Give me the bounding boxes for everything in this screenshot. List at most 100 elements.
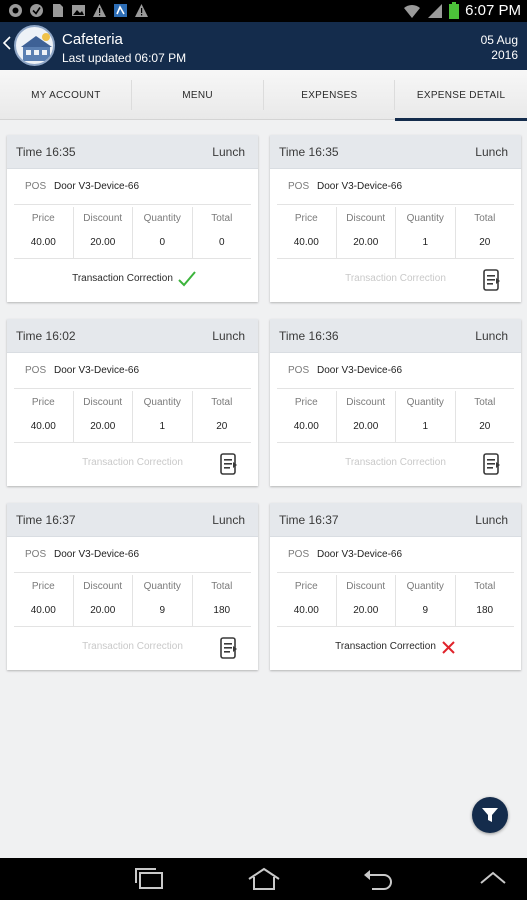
tab-menu[interactable]: MENU: [132, 70, 264, 120]
card-meal: Lunch: [475, 513, 508, 527]
chevron-up-icon[interactable]: [478, 867, 508, 891]
tab-bar: MY ACCOUNT MENU EXPENSES EXPENSE DETAIL: [0, 70, 527, 121]
check-icon: [178, 271, 196, 287]
quantity-cell: Quantity 9: [396, 575, 456, 626]
total-value: 180: [476, 605, 494, 616]
discount-value: 20.00: [353, 421, 379, 432]
quantity-header: Quantity: [143, 213, 181, 224]
status-bar: 6:07 PM: [0, 0, 527, 22]
amounts-row: Price 40.00 Discount 20.00 Quantity 1 Total…: [14, 391, 251, 443]
close-icon: [442, 641, 455, 654]
card-time: Time 16:02: [16, 329, 76, 343]
discount-header: Discount: [346, 213, 386, 224]
total-header: Total: [474, 213, 496, 224]
price-cell: Price 40.00: [14, 391, 74, 442]
correction-document-icon[interactable]: [220, 637, 238, 659]
quantity-value: 0: [159, 237, 166, 248]
card-meal: Lunch: [475, 329, 508, 343]
price-header: Price: [294, 397, 318, 408]
home-icon[interactable]: [246, 867, 282, 891]
pos-label: POS: [288, 365, 310, 376]
pos-label: POS: [288, 549, 310, 560]
pos-row: POS Door V3-Device-66: [277, 353, 514, 389]
total-header: Total: [211, 581, 233, 592]
pos-label: POS: [25, 549, 47, 560]
tab-expense-detail[interactable]: EXPENSE DETAIL: [395, 70, 527, 121]
correction-document-icon[interactable]: [483, 269, 501, 291]
total-cell: Total 20: [193, 391, 252, 442]
tab-label: MENU: [182, 89, 213, 101]
tab-label: EXPENSES: [301, 89, 358, 101]
price-value: 40.00: [30, 605, 56, 616]
expense-card: Time 16:02 Lunch POS Door V3-Device-66 P…: [7, 319, 258, 486]
pos-value: Door V3-Device-66: [317, 365, 403, 376]
warning-icon: [93, 4, 106, 17]
notification-icon: [30, 4, 43, 17]
discount-header: Discount: [346, 581, 386, 592]
quantity-cell: Quantity 1: [396, 207, 456, 258]
card-meal: Lunch: [212, 513, 245, 527]
price-cell: Price 40.00: [14, 207, 74, 258]
quantity-header: Quantity: [406, 213, 444, 224]
price-value: 40.00: [293, 421, 319, 432]
last-updated: Last updated 06:07 PM: [62, 51, 187, 65]
signal-icon: [428, 3, 443, 18]
card-time: Time 16:36: [279, 329, 339, 343]
discount-header: Discount: [83, 213, 123, 224]
card-header: Time 16:37 Lunch: [270, 503, 521, 537]
discount-value: 20.00: [90, 237, 116, 248]
pos-row: POS Door V3-Device-66: [277, 537, 514, 573]
pos-value: Door V3-Device-66: [54, 181, 140, 192]
price-header: Price: [31, 397, 55, 408]
recent-apps-icon[interactable]: [134, 867, 166, 891]
amounts-row: Price 40.00 Discount 20.00 Quantity 0 Total…: [14, 207, 251, 259]
total-header: Total: [474, 581, 496, 592]
discount-value: 20.00: [353, 605, 379, 616]
total-value: 20: [216, 421, 228, 432]
card-meal: Lunch: [212, 145, 245, 159]
discount-cell: Discount 20.00: [74, 207, 133, 258]
notification-icon: [9, 4, 22, 17]
price-cell: Price 40.00: [14, 575, 74, 626]
tab-expenses[interactable]: EXPENSES: [264, 70, 396, 120]
cafeteria-logo[interactable]: [14, 25, 55, 66]
correction-document-icon[interactable]: [483, 453, 501, 475]
card-header: Time 16:02 Lunch: [7, 319, 258, 353]
image-icon: [72, 5, 85, 16]
total-header: Total: [474, 397, 496, 408]
card-meal: Lunch: [212, 329, 245, 343]
card-header: Time 16:36 Lunch: [270, 319, 521, 353]
filter-button[interactable]: [472, 797, 508, 833]
back-chevron-icon[interactable]: [3, 36, 11, 50]
cafeteria-icon: [21, 33, 52, 61]
transaction-correction: Transaction Correction: [7, 259, 258, 302]
total-value: 20: [479, 237, 491, 248]
total-cell: Total 180: [193, 575, 252, 626]
tab-my-account[interactable]: MY ACCOUNT: [0, 70, 132, 120]
total-value: 20: [479, 421, 491, 432]
price-value: 40.00: [293, 237, 319, 248]
price-header: Price: [294, 213, 318, 224]
card-time: Time 16:35: [279, 145, 339, 159]
correction-label: Transaction Correction: [335, 641, 436, 652]
app-icon: [114, 4, 127, 17]
card-header: Time 16:35 Lunch: [270, 135, 521, 169]
pos-row: POS Door V3-Device-66: [277, 169, 514, 205]
total-cell: Total 20: [456, 207, 515, 258]
price-cell: Price 40.00: [277, 207, 337, 258]
quantity-value: 1: [422, 237, 429, 248]
quantity-header: Quantity: [406, 397, 444, 408]
quantity-cell: Quantity 0: [133, 207, 193, 258]
back-icon[interactable]: [362, 867, 394, 891]
filter-icon: [482, 808, 498, 822]
tab-label: EXPENSE DETAIL: [416, 89, 506, 101]
pos-value: Door V3-Device-66: [317, 549, 403, 560]
discount-value: 20.00: [90, 605, 116, 616]
card-header: Time 16:37 Lunch: [7, 503, 258, 537]
pos-value: Door V3-Device-66: [317, 181, 403, 192]
quantity-header: Quantity: [143, 397, 181, 408]
correction-document-icon[interactable]: [220, 453, 238, 475]
total-value: 0: [218, 237, 225, 248]
transaction-correction: Transaction Correction: [270, 443, 521, 486]
system-nav-bar: [0, 858, 527, 900]
